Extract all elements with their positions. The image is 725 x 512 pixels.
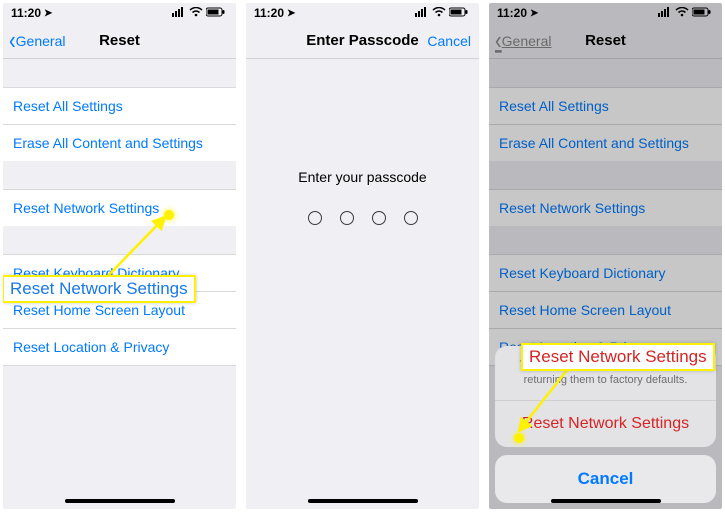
back-button: ‹ General xyxy=(495,31,551,51)
passcode-dot xyxy=(340,211,354,225)
passcode-dot xyxy=(404,211,418,225)
back-label: General xyxy=(502,33,552,49)
erase-all-content-row[interactable]: Erase All Content and Settings xyxy=(3,124,236,161)
status-bar: 11:20 ➤ xyxy=(246,3,479,23)
signal-icon xyxy=(172,6,186,20)
location-icon: ➤ xyxy=(287,8,295,19)
cancel-button[interactable]: Cancel xyxy=(427,33,471,49)
wifi-icon xyxy=(432,6,446,20)
page-title: Reset xyxy=(99,32,140,49)
location-icon: ➤ xyxy=(44,8,52,19)
battery-icon xyxy=(206,6,226,20)
nav-bar: Enter Passcode Cancel xyxy=(246,23,479,59)
page-title: Reset xyxy=(585,32,626,49)
reset-location-privacy-row[interactable]: Reset Location & Privacy xyxy=(3,328,236,366)
reset-all-settings-row[interactable]: Reset All Settings xyxy=(3,87,236,124)
reset-keyboard-dictionary-row: Reset Keyboard Dictionary xyxy=(489,254,722,291)
action-sheet-destructive-button[interactable]: Reset Network Settings xyxy=(495,401,716,447)
chevron-left-icon: ‹ xyxy=(9,28,16,54)
nav-bar: ‹ General Reset xyxy=(3,23,236,59)
signal-icon xyxy=(658,6,672,20)
settings-list: Reset All Settings Erase All Content and… xyxy=(489,87,722,366)
passcode-area: Enter your passcode xyxy=(246,169,479,225)
reset-all-settings-row: Reset All Settings xyxy=(489,87,722,124)
highlight-dot xyxy=(514,433,524,443)
home-indicator[interactable] xyxy=(551,499,661,503)
reset-network-settings-row[interactable]: Reset Network Settings xyxy=(3,189,236,226)
back-label: General xyxy=(16,33,66,49)
reset-network-settings-row: Reset Network Settings xyxy=(489,189,722,226)
erase-all-content-row: Erase All Content and Settings xyxy=(489,124,722,161)
chevron-left-icon: ‹ xyxy=(495,28,502,54)
reset-home-screen-layout-row: Reset Home Screen Layout xyxy=(489,291,722,328)
screen-reset-confirm: 11:20 ➤ ‹ General Reset Reset All Settin… xyxy=(489,3,722,509)
passcode-prompt: Enter your passcode xyxy=(246,169,479,185)
status-time: 11:20 xyxy=(11,6,41,20)
wifi-icon xyxy=(189,6,203,20)
annotation-callout: Reset Network Settings xyxy=(3,275,196,303)
status-bar: 11:20 ➤ xyxy=(3,3,236,23)
home-indicator[interactable] xyxy=(65,499,175,503)
status-time: 11:20 xyxy=(497,6,527,20)
highlight-dot xyxy=(164,210,174,220)
wifi-icon xyxy=(675,6,689,20)
home-indicator[interactable] xyxy=(308,499,418,503)
nav-bar: ‹ General Reset xyxy=(489,23,722,59)
action-sheet-cancel-button[interactable]: Cancel xyxy=(495,455,716,503)
passcode-dots[interactable] xyxy=(246,211,479,225)
passcode-dot xyxy=(372,211,386,225)
status-bar: 11:20 ➤ xyxy=(489,3,722,23)
battery-icon xyxy=(692,6,712,20)
settings-list: Reset All Settings Erase All Content and… xyxy=(3,87,236,366)
annotation-callout: Reset Network Settings xyxy=(521,343,715,371)
back-button[interactable]: ‹ General xyxy=(9,31,65,51)
screen-passcode: 11:20 ➤ Enter Passcode Cancel Enter your… xyxy=(246,3,479,509)
screen-reset: 11:20 ➤ ‹ General Reset Reset All Settin… xyxy=(3,3,236,509)
battery-icon xyxy=(449,6,469,20)
passcode-dot xyxy=(308,211,322,225)
location-icon: ➤ xyxy=(530,8,538,19)
signal-icon xyxy=(415,6,429,20)
status-time: 11:20 xyxy=(254,6,284,20)
page-title: Enter Passcode xyxy=(306,32,419,49)
